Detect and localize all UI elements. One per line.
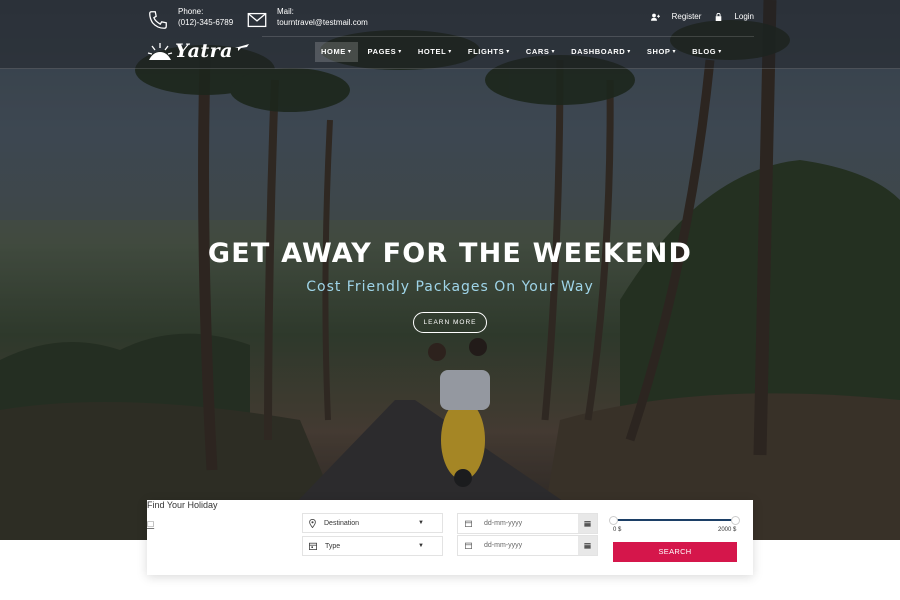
chevron-down-icon: ▾: [398, 49, 402, 55]
destination-select[interactable]: Destination ▼: [302, 513, 443, 533]
calendar-picker-button[interactable]: [578, 536, 597, 555]
learn-more-button[interactable]: LEARN MORE: [413, 312, 487, 333]
price-range-slider[interactable]: [609, 516, 740, 525]
price-max-handle[interactable]: [731, 516, 740, 525]
price-min-label: 0 $: [613, 527, 622, 533]
logo-plane-icon: [235, 44, 249, 51]
login-label: Login: [734, 12, 754, 21]
hero-section: [0, 0, 900, 540]
nav-item-flights[interactable]: FLIGHTS ▾: [462, 42, 516, 62]
mail-label: Mail:: [277, 7, 294, 16]
calendar-icon: [584, 543, 591, 549]
user-plus-icon: [650, 13, 660, 21]
auth-links: Register Login: [637, 12, 754, 21]
hero-headline: GET AWAY FOR THE WEEKEND: [207, 238, 693, 269]
hero-dark-overlay: [0, 0, 900, 540]
mail-value: tourntravel@testmail.com: [277, 18, 368, 27]
chevron-down-icon: ▾: [551, 49, 556, 55]
register-label: Register: [671, 12, 702, 21]
map-pin-icon: [309, 518, 316, 528]
logo-sun-icon: [147, 43, 173, 60]
nav-item-dashboard[interactable]: DASHBOARD ▾: [565, 42, 637, 62]
calendar-type-icon: [309, 542, 317, 550]
phone-icon: [149, 11, 167, 29]
register-link[interactable]: Register: [650, 12, 702, 21]
logo-text: Yatra: [175, 40, 233, 62]
destination-label: Destination: [324, 519, 360, 527]
nav-item-blog[interactable]: BLOG ▾: [686, 42, 728, 62]
check-out-date-field[interactable]: dd-mm-yyyy: [457, 535, 598, 556]
chevron-down-icon: ▾: [448, 49, 452, 55]
site-header: Phone: (012)-345-6789 Mail: tourntravel@…: [0, 0, 900, 69]
check-in-date-field[interactable]: dd-mm-yyyy: [457, 513, 598, 534]
site-logo[interactable]: Yatra: [147, 40, 249, 62]
check-in-placeholder: dd-mm-yyyy: [484, 520, 523, 527]
nav-item-hotel[interactable]: HOTEL ▾: [412, 42, 458, 62]
chevron-down-icon: ▾: [506, 49, 510, 55]
header-divider: [262, 36, 754, 37]
phone-value: (012)-345-6789: [178, 18, 234, 27]
dropdown-arrow-icon: ▼: [418, 520, 424, 526]
price-max-label: 2000 $: [718, 527, 737, 533]
dropdown-arrow-icon: ▼: [418, 543, 424, 549]
nav-item-home[interactable]: HOME ▾: [315, 42, 358, 62]
chevron-down-icon: ▾: [627, 49, 631, 55]
calendar-icon: [584, 521, 591, 527]
phone-label: Phone:: [178, 7, 204, 16]
login-link[interactable]: Login: [715, 12, 754, 21]
chevron-down-icon: ▾: [672, 49, 677, 55]
type-label: Type: [325, 542, 341, 550]
broken-image-icon: ☐: [147, 520, 155, 529]
main-nav: HOME ▾ PAGES ▾ HOTEL ▾ FLIGHTS ▾ CARS ▾ DASHB…: [315, 42, 732, 62]
price-min-handle[interactable]: [609, 516, 618, 525]
search-panel: Find Your Holiday ☐ Destination ▼ Type ▼…: [147, 500, 753, 575]
lock-icon: [716, 12, 722, 21]
nav-item-shop[interactable]: SHOP ▾: [641, 42, 682, 62]
nav-item-cars[interactable]: CARS ▾: [520, 42, 561, 62]
phone-contact[interactable]: Phone: (012)-345-6789: [147, 6, 233, 31]
calendar-icon: [465, 542, 472, 549]
nav-item-pages[interactable]: PAGES ▾: [362, 42, 408, 62]
chevron-down-icon: ▾: [347, 49, 352, 55]
mail-icon: [247, 12, 267, 28]
search-panel-title: Find Your Holiday: [147, 500, 218, 510]
search-button[interactable]: SEARCH: [613, 542, 737, 562]
check-out-placeholder: dd-mm-yyyy: [484, 542, 523, 549]
calendar-icon: [465, 520, 472, 527]
chevron-down-icon: ▾: [718, 49, 722, 55]
calendar-picker-button[interactable]: [578, 514, 597, 533]
hero-subline: Cost Friendly Packages On Your Way: [306, 279, 594, 295]
mail-contact[interactable]: Mail: tourntravel@testmail.com: [246, 6, 368, 31]
type-select[interactable]: Type ▼: [302, 536, 443, 556]
